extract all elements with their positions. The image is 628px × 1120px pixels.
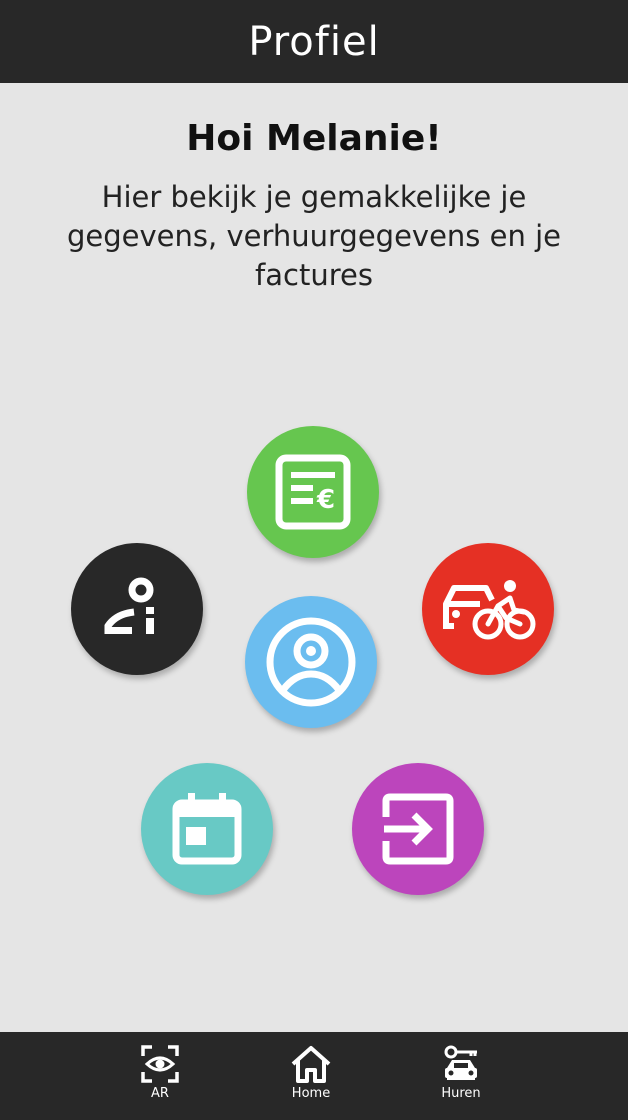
home-icon (291, 1046, 331, 1083)
calendar-button[interactable] (141, 763, 273, 895)
user-info-icon (104, 577, 154, 634)
svg-text:€: € (316, 485, 335, 515)
rentals-button[interactable] (422, 543, 554, 675)
calendar-icon (172, 793, 242, 865)
nav-home-label: Home (291, 1086, 331, 1101)
nav-ar[interactable]: AR (120, 1044, 200, 1116)
invoices-button[interactable]: € (247, 426, 379, 558)
ar-eye-icon (141, 1045, 179, 1083)
greeting-heading: Hoi Melanie! (186, 118, 442, 159)
profile-button[interactable] (245, 596, 377, 728)
nav-home[interactable]: Home (271, 1044, 351, 1116)
car-bike-icon (443, 580, 536, 640)
bottom-nav: AR Home Huren (0, 1032, 628, 1120)
nav-ar-label: AR (151, 1086, 169, 1101)
invoice-euro-icon: € (275, 454, 351, 530)
key-car-icon (444, 1045, 477, 1080)
nav-huren[interactable]: Huren (421, 1044, 501, 1116)
account-circle-icon (266, 617, 356, 707)
app-header: Profiel (0, 0, 628, 83)
logout-button[interactable] (352, 763, 484, 895)
user-info-button[interactable] (71, 543, 203, 675)
page-title: Profiel (248, 18, 380, 65)
nav-huren-label: Huren (441, 1086, 481, 1101)
intro-text: Hier bekijk je gemakkelijke je gegevens,… (67, 180, 561, 292)
logout-icon (382, 793, 454, 865)
